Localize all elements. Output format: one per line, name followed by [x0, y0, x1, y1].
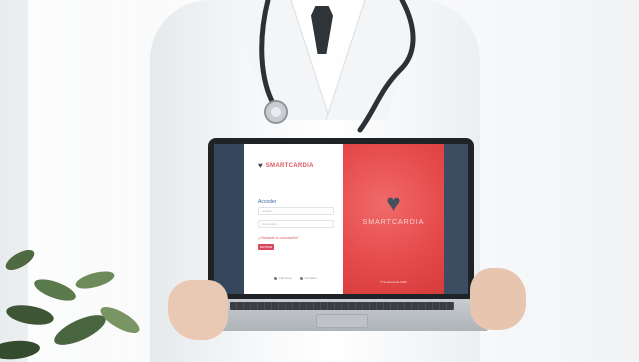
laptop-keyboard [230, 302, 454, 310]
laptop-screen: ♥ SMARTCARDIA Acceder usuario contraseña… [214, 144, 468, 294]
screen-left-edge [214, 144, 244, 294]
bullet-icon [299, 276, 303, 280]
copyright-text: © Smartcardia 2020 [380, 280, 407, 284]
plant [0, 249, 140, 360]
footer-links: Términos Contacto [274, 276, 317, 280]
submit-button[interactable]: ENTRAR [258, 244, 274, 250]
screen-right-edge [444, 144, 468, 294]
forgot-password-link[interactable]: ¿Olvidaste tu contraseña? [258, 236, 299, 240]
photo-scene: ♥ SMARTCARDIA Acceder usuario contraseña… [0, 0, 639, 362]
footer-link-contact[interactable]: Contacto [299, 276, 317, 280]
brand-logo-text: SMARTCARDIA [362, 219, 425, 226]
right-hand [470, 268, 526, 330]
password-field[interactable]: contraseña [258, 220, 334, 228]
heart-icon: ♥ [386, 190, 401, 217]
heart-icon: ♥ [258, 161, 263, 170]
footer-link-terms[interactable]: Términos [274, 276, 292, 280]
brand-name: SMARTCARDIA [265, 163, 314, 169]
username-field[interactable]: usuario [258, 207, 334, 215]
login-pane: ♥ SMARTCARDIA Acceder usuario contraseña… [244, 144, 343, 294]
brand-logo: ♥ SMARTCARDIA [343, 190, 444, 227]
brand-pane: ♥ SMARTCARDIA © Smartcardia 2020 [343, 144, 444, 294]
laptop-trackpad [316, 314, 368, 328]
bullet-icon [274, 276, 277, 280]
app-logo: ♥ SMARTCARDIA [258, 162, 314, 170]
login-title: Acceder [258, 199, 277, 205]
stethoscope [259, 0, 416, 133]
left-hand [168, 280, 228, 340]
